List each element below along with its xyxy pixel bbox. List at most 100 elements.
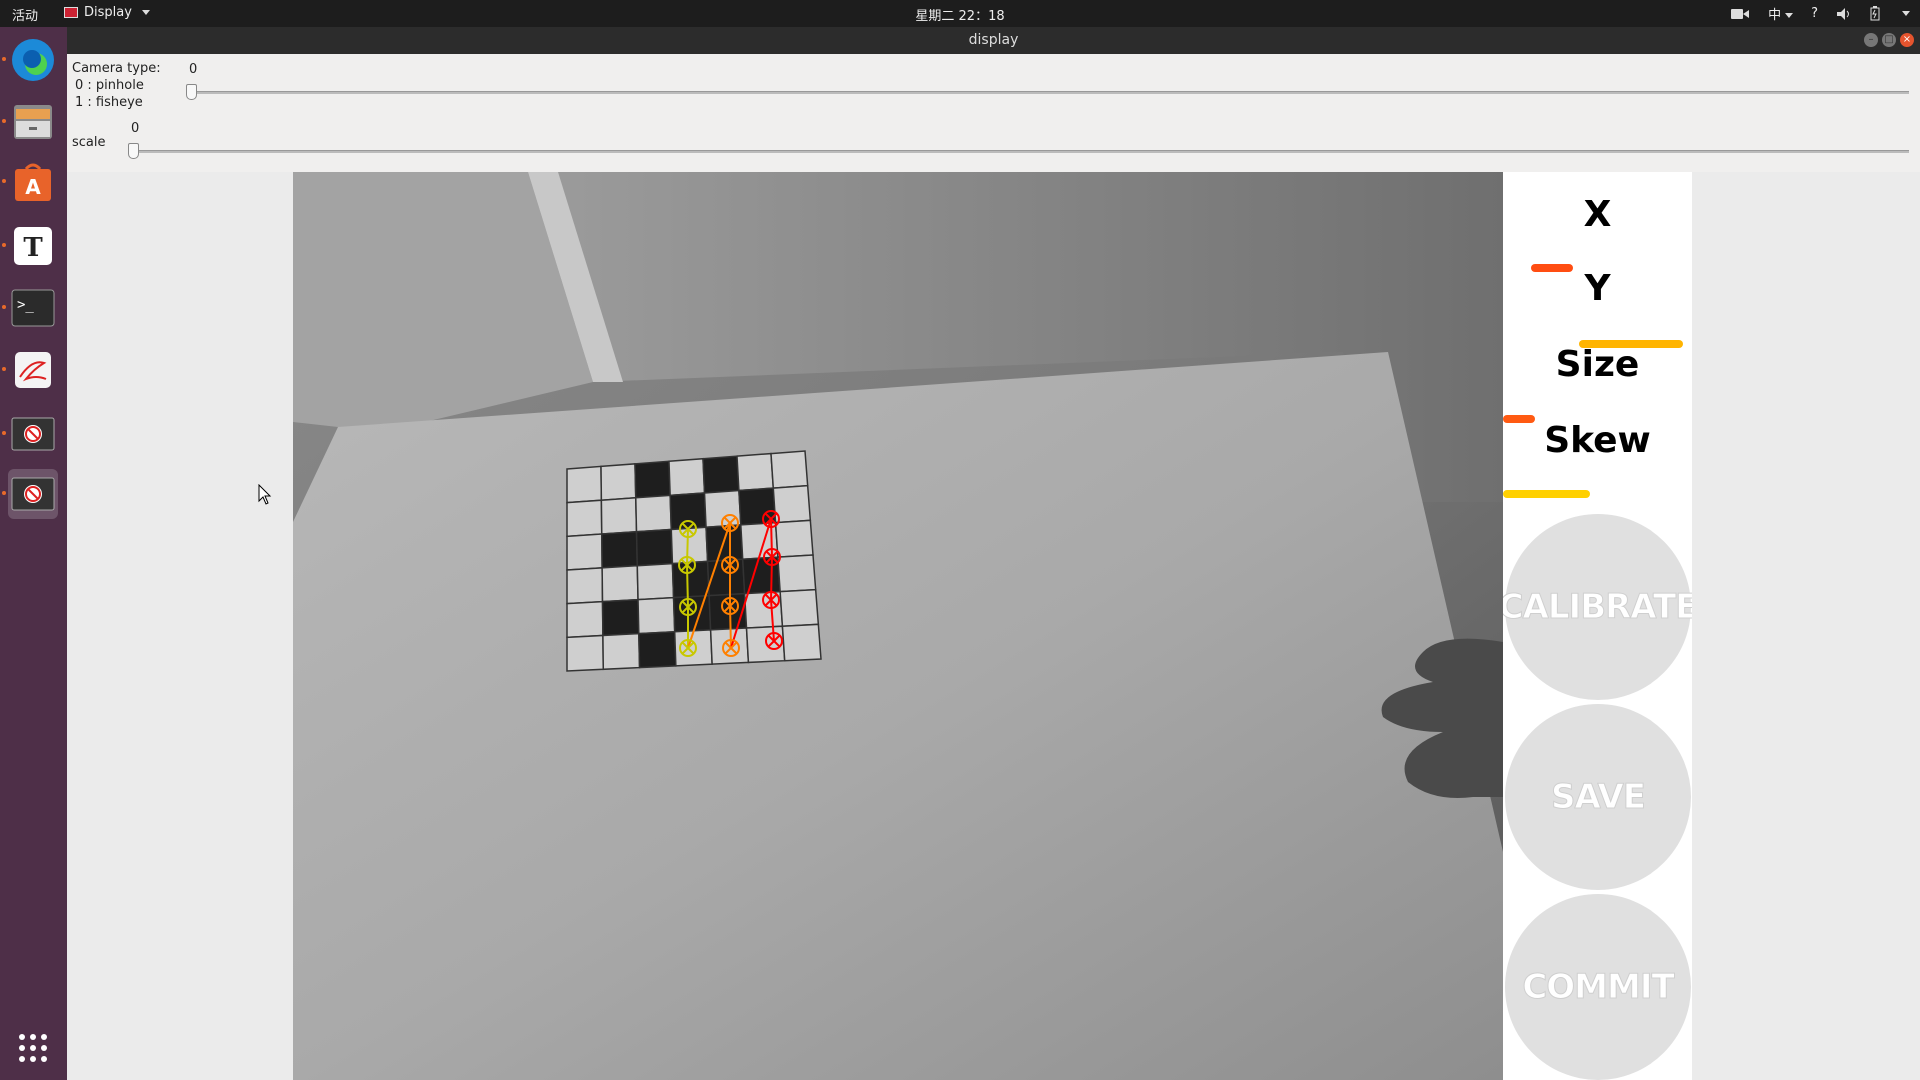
checker-square [779, 588, 820, 627]
running-indicator [2, 305, 6, 309]
software-center-icon: A [15, 163, 51, 201]
checker-square [777, 554, 817, 593]
dock: A T >_ [0, 27, 67, 1080]
calibrate-button[interactable]: CALIBRATE [1503, 514, 1692, 700]
window-titlebar[interactable]: display – □ × [67, 27, 1920, 54]
show-applications-button[interactable] [8, 1023, 58, 1073]
checker-square [600, 463, 637, 502]
x-label: X [1583, 194, 1612, 235]
calibration-side-panel: X Y Size Skew CALIBRATE SAVE COMMIT [1503, 172, 1692, 1080]
scale-slider-handle[interactable] [128, 143, 139, 159]
checker-square [634, 460, 671, 499]
system-tray: 中 ? [1730, 4, 1910, 23]
pdf-viewer-icon [15, 352, 51, 388]
commit-button[interactable]: COMMIT [1505, 894, 1691, 1080]
battery-icon[interactable] [1870, 6, 1880, 21]
input-method-label: 中 [1768, 8, 1782, 23]
corner-row-line [685, 528, 689, 648]
dock-item-document-viewer[interactable] [2, 345, 58, 395]
camera-indicator-icon[interactable] [1730, 7, 1750, 21]
dock-item-files[interactable] [2, 97, 58, 147]
skew-progress-bar [1503, 490, 1590, 498]
checker-square [566, 533, 603, 571]
clock[interactable]: 星期二 22：18 [915, 9, 1004, 24]
mouse-cursor-icon [258, 484, 272, 505]
minimize-icon[interactable]: – [1864, 33, 1878, 47]
checker-square [637, 596, 676, 635]
display-window-icon [11, 477, 55, 511]
svg-text:>_: >_ [17, 297, 34, 313]
checker-square [602, 632, 641, 671]
paper-sheet [293, 352, 1503, 1080]
activities-button[interactable]: 活动 [12, 5, 38, 24]
checker-square [669, 492, 707, 531]
checker-square [566, 499, 603, 538]
size-label: Size [1555, 344, 1640, 385]
dock-item-display-1[interactable] [2, 409, 58, 459]
system-menu-chevron-icon[interactable] [1902, 11, 1910, 16]
input-method-menu[interactable]: 中 [1768, 4, 1794, 23]
scale-slider-track[interactable] [131, 150, 1909, 153]
skew-label: Skew [1544, 420, 1651, 461]
running-indicator [2, 367, 6, 371]
window-title: display [968, 32, 1019, 48]
corner-row-line [729, 523, 732, 649]
dock-item-edge[interactable] [2, 35, 58, 85]
running-indicator [2, 179, 6, 183]
checker-square [668, 457, 706, 497]
checker-square [601, 530, 639, 569]
close-icon[interactable]: × [1900, 33, 1914, 47]
checker-square [634, 494, 673, 533]
checker-square [705, 524, 744, 563]
app-grid-icon [19, 1034, 47, 1062]
checker-square [706, 558, 746, 597]
dock-item-display-2[interactable] [2, 469, 58, 519]
camera-feed-image [293, 172, 1503, 1080]
checker-square [600, 497, 638, 535]
checker-square [741, 556, 781, 595]
checker-square [702, 455, 740, 494]
y-label: Y [1584, 268, 1611, 309]
volume-icon[interactable] [1836, 7, 1852, 21]
dock-item-text-editor[interactable]: T [2, 221, 58, 271]
terminal-icon: >_ [11, 289, 55, 327]
maximize-icon[interactable]: □ [1882, 33, 1896, 47]
checker-square [636, 562, 675, 601]
checker-square [638, 630, 677, 669]
chevron-down-icon [1785, 13, 1794, 18]
checker-square [774, 519, 814, 558]
save-button[interactable]: SAVE [1505, 704, 1691, 890]
checker-square [671, 560, 710, 599]
dock-item-terminal[interactable]: >_ [2, 283, 58, 333]
checker-square [566, 465, 603, 504]
edge-browser-icon [12, 39, 54, 81]
camera-type-slider-track[interactable] [189, 91, 1909, 94]
scale-label: scale [72, 135, 106, 150]
checker-square [566, 567, 604, 605]
app-menu[interactable]: Display [64, 5, 150, 20]
checker-square [566, 600, 604, 639]
checker-square [736, 452, 775, 492]
running-indicator [2, 431, 6, 435]
help-icon[interactable]: ? [1811, 6, 1818, 21]
display-app-icon [64, 7, 78, 18]
running-indicator [2, 57, 6, 61]
checker-square [781, 623, 822, 662]
text-editor-icon: T [14, 227, 52, 265]
camera-type-slider-handle[interactable] [186, 84, 197, 100]
dock-item-software[interactable]: A [2, 157, 58, 207]
checker-square [601, 598, 640, 637]
camera-type-label: Camera type: 0 : pinhole 1 : fisheye [72, 61, 161, 110]
camera-feed-canvas [293, 172, 1503, 1080]
scale-value: 0 [131, 121, 140, 136]
checker-square [601, 564, 639, 603]
top-bar: 活动 Display 星期二 22：18 中 ? [0, 0, 1920, 27]
checker-square [770, 450, 809, 489]
checker-square [566, 634, 605, 672]
app-menu-label: Display [84, 5, 132, 20]
running-indicator [2, 491, 6, 495]
chevron-down-icon [141, 10, 150, 15]
display-window-icon [11, 417, 55, 451]
trackbar-panel: Camera type: 0 : pinhole 1 : fisheye 0 s… [67, 54, 1920, 172]
svg-text:T: T [23, 233, 43, 263]
